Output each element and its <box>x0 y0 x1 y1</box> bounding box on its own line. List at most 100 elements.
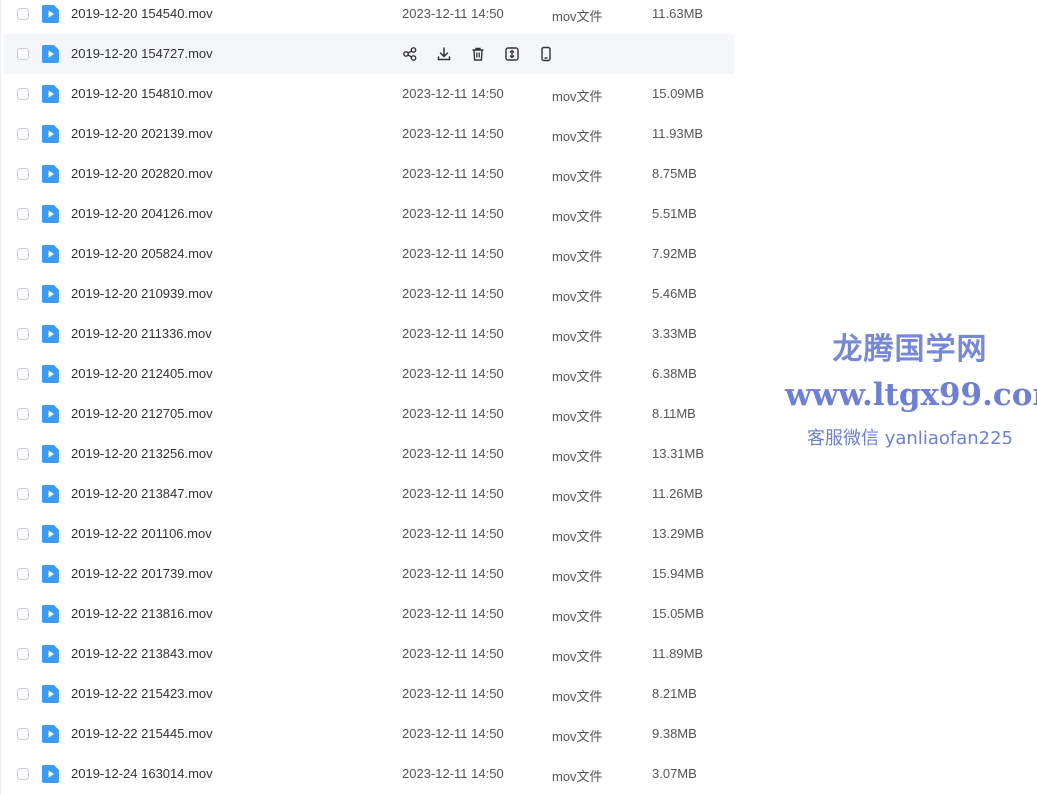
file-size: 8.11MB <box>652 406 696 421</box>
modified-date: 2023-12-11 14:50 <box>402 406 504 421</box>
share-icon[interactable] <box>402 46 418 62</box>
file-size: 11.63MB <box>652 6 704 21</box>
row-checkbox[interactable] <box>17 88 29 100</box>
file-type: mov文件 <box>552 449 603 464</box>
modified-date: 2023-12-11 14:50 <box>402 206 504 221</box>
file-name[interactable]: 2019-12-20 154540.mov <box>71 6 213 21</box>
table-row[interactable]: 2019-12-20 205824.mov 2023-12-11 14:50 mov… <box>4 234 734 274</box>
row-checkbox[interactable] <box>17 648 29 660</box>
row-checkbox[interactable] <box>17 768 29 780</box>
file-name[interactable]: 2019-12-24 163014.mov <box>71 766 213 781</box>
file-size: 11.26MB <box>652 486 704 501</box>
video-file-icon <box>42 365 59 383</box>
video-file-icon <box>42 645 59 663</box>
file-name[interactable]: 2019-12-20 212705.mov <box>71 406 213 421</box>
table-row[interactable]: 2019-12-22 215445.mov 2023-12-11 14:50 mov… <box>4 714 734 754</box>
table-row[interactable]: 2019-12-20 202139.mov 2023-12-11 14:50 mov… <box>4 114 734 154</box>
phone-icon[interactable] <box>538 46 554 62</box>
file-name[interactable]: 2019-12-20 211336.mov <box>71 326 212 341</box>
file-list: 2019-12-20 154540.mov 2023-12-11 14:50 mov… <box>4 0 734 794</box>
row-checkbox[interactable] <box>17 48 29 60</box>
row-checkbox[interactable] <box>17 568 29 580</box>
row-checkbox[interactable] <box>17 488 29 500</box>
file-name[interactable]: 2019-12-22 213816.mov <box>71 606 213 621</box>
table-row[interactable]: 2019-12-20 213847.mov 2023-12-11 14:50 mov… <box>4 474 734 514</box>
file-size: 5.51MB <box>652 206 697 221</box>
file-name[interactable]: 2019-12-20 154727.mov <box>71 46 213 61</box>
delete-icon[interactable] <box>470 46 486 62</box>
row-checkbox[interactable] <box>17 368 29 380</box>
file-type: mov文件 <box>552 289 603 304</box>
row-checkbox[interactable] <box>17 328 29 340</box>
row-checkbox[interactable] <box>17 528 29 540</box>
video-file-icon <box>42 445 59 463</box>
modified-date: 2023-12-11 14:50 <box>402 766 504 781</box>
row-checkbox[interactable] <box>17 408 29 420</box>
video-file-icon <box>42 405 59 423</box>
file-name[interactable]: 2019-12-20 205824.mov <box>71 246 213 261</box>
table-row[interactable]: 2019-12-20 210939.mov 2023-12-11 14:50 mov… <box>4 274 734 314</box>
table-row[interactable]: 2019-12-20 154810.mov 2023-12-11 14:50 mov… <box>4 74 734 114</box>
file-name[interactable]: 2019-12-20 154810.mov <box>71 86 213 101</box>
video-file-icon <box>42 285 59 303</box>
row-checkbox[interactable] <box>17 608 29 620</box>
file-name[interactable]: 2019-12-20 202820.mov <box>71 166 213 181</box>
modified-date: 2023-12-11 14:50 <box>402 166 504 181</box>
watermark-title: 龙腾国学网 <box>832 332 988 367</box>
table-row[interactable]: 2019-12-20 213256.mov 2023-12-11 14:50 mov… <box>4 434 734 474</box>
left-divider <box>0 0 1 795</box>
file-name[interactable]: 2019-12-20 212405.mov <box>71 366 213 381</box>
modified-date: 2023-12-11 14:50 <box>402 686 504 701</box>
modified-date: 2023-12-11 14:50 <box>402 566 504 581</box>
file-name[interactable]: 2019-12-20 210939.mov <box>71 286 213 301</box>
row-checkbox[interactable] <box>17 128 29 140</box>
file-name[interactable]: 2019-12-22 201106.mov <box>71 526 212 541</box>
table-row[interactable]: 2019-12-24 163014.mov 2023-12-11 14:50 mov… <box>4 754 734 794</box>
row-checkbox[interactable] <box>17 248 29 260</box>
row-checkbox[interactable] <box>17 728 29 740</box>
row-checkbox[interactable] <box>17 168 29 180</box>
file-name[interactable]: 2019-12-20 213847.mov <box>71 486 213 501</box>
file-type: mov文件 <box>552 649 603 664</box>
video-file-icon <box>42 165 59 183</box>
modified-date: 2023-12-11 14:50 <box>402 606 504 621</box>
table-row[interactable]: 2019-12-20 154540.mov 2023-12-11 14:50 mov… <box>4 0 734 34</box>
file-type: mov文件 <box>552 129 603 144</box>
table-row[interactable]: 2019-12-22 213816.mov 2023-12-11 14:50 mov… <box>4 594 734 634</box>
table-row[interactable]: 2019-12-22 201106.mov 2023-12-11 14:50 mov… <box>4 514 734 554</box>
row-checkbox[interactable] <box>17 688 29 700</box>
table-row[interactable]: 2019-12-22 215423.mov 2023-12-11 14:50 mov… <box>4 674 734 714</box>
table-row[interactable]: 2019-12-22 201739.mov 2023-12-11 14:50 mov… <box>4 554 734 594</box>
file-name[interactable]: 2019-12-22 201739.mov <box>71 566 213 581</box>
file-size: 8.75MB <box>652 166 697 181</box>
table-row[interactable]: 2019-12-20 211336.mov 2023-12-11 14:50 mov… <box>4 314 734 354</box>
file-type: mov文件 <box>552 729 603 744</box>
file-name[interactable]: 2019-12-20 202139.mov <box>71 126 213 141</box>
table-row[interactable]: 2019-12-20 204126.mov 2023-12-11 14:50 mov… <box>4 194 734 234</box>
table-row[interactable]: 2019-12-20 202820.mov 2023-12-11 14:50 mov… <box>4 154 734 194</box>
table-row[interactable]: 2019-12-20 212705.mov 2023-12-11 14:50 mov… <box>4 394 734 434</box>
download-icon[interactable] <box>436 46 452 62</box>
video-file-icon <box>42 45 59 63</box>
row-checkbox[interactable] <box>17 208 29 220</box>
file-name[interactable]: 2019-12-20 213256.mov <box>71 446 213 461</box>
table-row[interactable]: 2019-12-20 154727.mov <box>4 34 734 74</box>
modified-date: 2023-12-11 14:50 <box>402 126 504 141</box>
file-name[interactable]: 2019-12-20 204126.mov <box>71 206 213 221</box>
modified-date: 2023-12-11 14:50 <box>402 246 504 261</box>
file-name[interactable]: 2019-12-22 215423.mov <box>71 686 213 701</box>
row-checkbox[interactable] <box>17 288 29 300</box>
table-row[interactable]: 2019-12-20 212405.mov 2023-12-11 14:50 mov… <box>4 354 734 394</box>
file-name[interactable]: 2019-12-22 213843.mov <box>71 646 213 661</box>
table-row[interactable]: 2019-12-22 213843.mov 2023-12-11 14:50 mov… <box>4 634 734 674</box>
file-name[interactable]: 2019-12-22 215445.mov <box>71 726 213 741</box>
file-type: mov文件 <box>552 369 603 384</box>
row-checkbox[interactable] <box>17 448 29 460</box>
row-checkbox[interactable] <box>17 8 29 20</box>
watermark: 龙腾国学网 www.ltgx99.com 客服微信 yanliaofan225 <box>785 330 1037 454</box>
file-type: mov文件 <box>552 409 603 424</box>
video-file-icon <box>42 725 59 743</box>
video-file-icon <box>42 205 59 223</box>
file-type: mov文件 <box>552 569 603 584</box>
move-icon[interactable] <box>504 46 520 62</box>
